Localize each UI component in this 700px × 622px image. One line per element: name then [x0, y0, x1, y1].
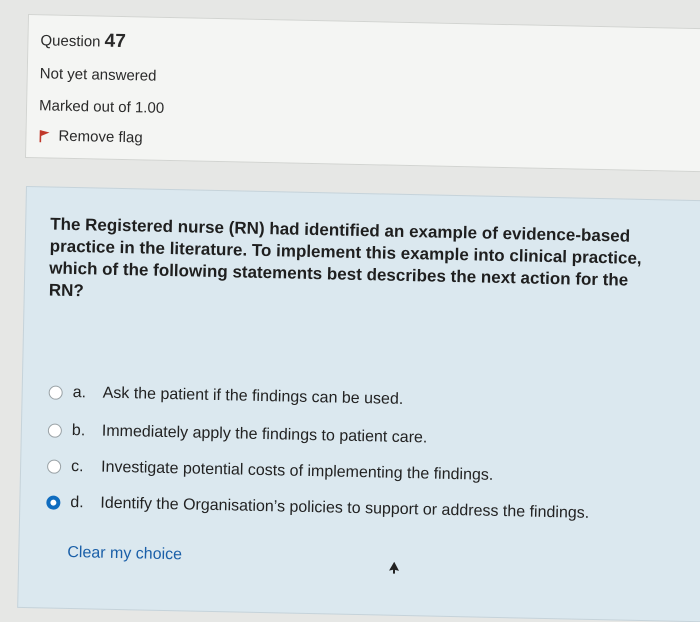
- option-b[interactable]: b. Immediately apply the findings to pat…: [48, 422, 428, 448]
- option-d-letter: d.: [70, 494, 100, 513]
- remove-flag-link[interactable]: Remove flag: [38, 127, 143, 146]
- question-content-panel: The Registered nurse (RN) had identified…: [17, 186, 700, 622]
- option-a-text[interactable]: Ask the patient if the findings can be u…: [102, 385, 403, 409]
- option-b-text[interactable]: Immediately apply the findings to patien…: [102, 423, 428, 448]
- option-c-text[interactable]: Investigate potential costs of implement…: [101, 459, 494, 485]
- option-d[interactable]: d. Identify the Organisation’s policies …: [46, 493, 589, 522]
- option-d-radio[interactable]: [46, 495, 60, 509]
- question-heading: Question 47: [40, 29, 126, 53]
- question-number: 47: [104, 31, 126, 52]
- option-c-letter: c.: [71, 458, 101, 477]
- option-c-radio[interactable]: [47, 460, 61, 474]
- option-c[interactable]: c. Investigate potential costs of implem…: [47, 458, 494, 485]
- flag-icon: [38, 129, 50, 143]
- option-b-radio[interactable]: [48, 424, 62, 438]
- question-info-panel: Question 47 Not yet answered Marked out …: [25, 14, 700, 172]
- option-b-letter: b.: [72, 422, 102, 441]
- option-a[interactable]: a. Ask the patient if the findings can b…: [48, 384, 403, 409]
- option-a-letter: a.: [72, 384, 102, 403]
- answer-status: Not yet answered: [40, 65, 157, 84]
- remove-flag-label[interactable]: Remove flag: [58, 128, 143, 147]
- clear-choice-link[interactable]: Clear my choice: [67, 544, 182, 564]
- question-label: Question: [40, 32, 100, 50]
- question-text: The Registered nurse (RN) had identified…: [49, 214, 661, 315]
- option-a-radio[interactable]: [49, 386, 63, 400]
- marked-out-of: Marked out of 1.00: [39, 97, 164, 117]
- cursor-icon: [389, 561, 399, 579]
- option-d-text[interactable]: Identify the Organisation’s policies to …: [100, 495, 589, 523]
